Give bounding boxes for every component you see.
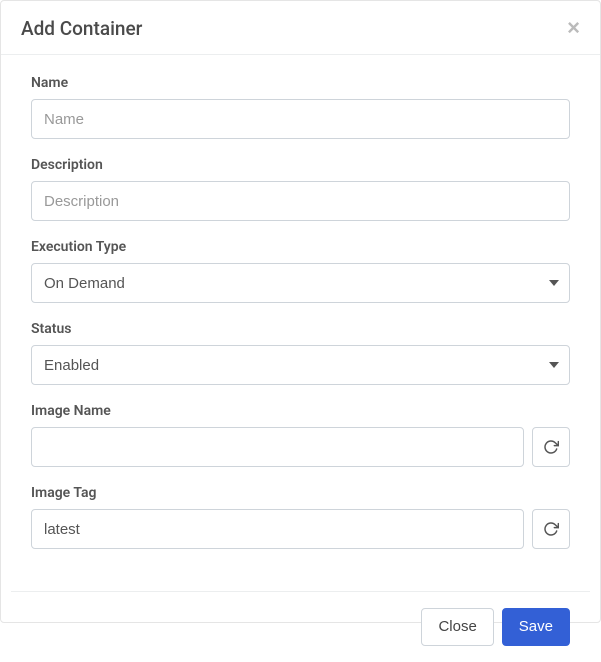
form-group-execution-type: Execution Type On Demand [31, 239, 570, 303]
refresh-icon [543, 439, 559, 455]
modal-body: Name Description Execution Type On Deman… [1, 55, 600, 591]
execution-type-select[interactable]: On Demand [31, 263, 570, 303]
description-label: Description [31, 157, 570, 173]
name-input[interactable] [31, 99, 570, 139]
description-input[interactable] [31, 181, 570, 221]
form-group-image-name: Image Name [31, 403, 570, 467]
form-group-description: Description [31, 157, 570, 221]
status-select[interactable]: Enabled [31, 345, 570, 385]
name-label: Name [31, 75, 570, 91]
status-label: Status [31, 321, 570, 337]
form-group-status: Status Enabled [31, 321, 570, 385]
image-name-refresh-button[interactable] [532, 427, 570, 467]
add-container-modal: Add Container × Name Description Executi… [0, 0, 601, 623]
image-name-input[interactable] [31, 427, 524, 467]
refresh-icon [543, 521, 559, 537]
save-button[interactable]: Save [502, 608, 570, 646]
modal-title: Add Container [21, 17, 142, 40]
image-tag-label: Image Tag [31, 485, 570, 501]
image-name-input-group [31, 427, 570, 467]
modal-footer: Close Save [11, 591, 590, 662]
image-tag-refresh-button[interactable] [532, 509, 570, 549]
modal-header: Add Container × [1, 1, 600, 55]
form-group-name: Name [31, 75, 570, 139]
image-tag-input[interactable] [31, 509, 524, 549]
image-tag-input-group [31, 509, 570, 549]
close-button[interactable]: Close [421, 608, 493, 646]
form-group-image-tag: Image Tag [31, 485, 570, 549]
execution-type-label: Execution Type [31, 239, 570, 255]
close-icon[interactable]: × [567, 17, 580, 39]
image-name-label: Image Name [31, 403, 570, 419]
